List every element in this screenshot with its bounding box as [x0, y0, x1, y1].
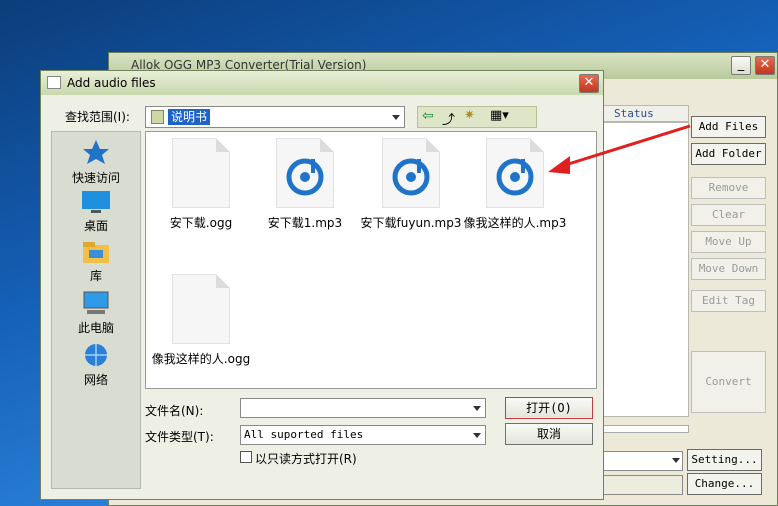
filename-label: 文件名(N): — [145, 404, 204, 418]
clear-button[interactable]: Clear — [691, 204, 766, 226]
folder-icon — [151, 110, 164, 124]
add-folder-button[interactable]: Add Folder — [691, 143, 766, 165]
place-library[interactable]: 库 — [52, 240, 140, 284]
up-folder-icon[interactable]: ⤴ — [442, 109, 455, 128]
document-icon — [172, 274, 230, 344]
minimize-button[interactable]: _ — [731, 56, 751, 75]
filename-input[interactable] — [240, 398, 486, 418]
place-label: 网络 — [83, 373, 108, 387]
file-list-view[interactable]: 安下载.ogg 安下载1.mp3 安下载fuyun.mp3 像我这样的人.mp3… — [145, 131, 597, 389]
chevron-down-icon[interactable] — [473, 406, 481, 411]
add-files-button[interactable]: Add Files — [691, 116, 766, 138]
file-name: 安下载fuyun.mp3 — [360, 216, 462, 230]
chevron-down-icon[interactable] — [392, 115, 400, 120]
output-format-select[interactable] — [603, 451, 683, 471]
place-label: 此电脑 — [77, 321, 114, 335]
progress-bar — [603, 425, 689, 433]
filetype-select[interactable]: All suported files — [240, 425, 486, 445]
file-item[interactable]: 像我这样的人.ogg — [146, 274, 256, 367]
places-bar: 快速访问 桌面 库 此电脑 网络 — [51, 131, 141, 489]
output-folder-field[interactable] — [603, 475, 683, 495]
dialog-title: Add audio files — [67, 76, 156, 90]
file-name: 安下载1.mp3 — [267, 216, 343, 230]
setting-button[interactable]: Setting... — [687, 449, 762, 471]
convert-button[interactable]: Convert — [691, 351, 766, 413]
readonly-label: 以只读方式打开(R) — [255, 452, 357, 466]
move-down-button[interactable]: Move Down — [691, 258, 766, 280]
look-in-dropdown[interactable]: 说明书 — [145, 106, 405, 128]
move-up-button[interactable]: Move Up — [691, 231, 766, 253]
cancel-button[interactable]: 取消 — [505, 423, 593, 445]
place-label: 桌面 — [83, 219, 108, 233]
library-icon — [83, 242, 109, 263]
file-item[interactable]: 安下载1.mp3 — [250, 138, 360, 231]
place-network[interactable]: 网络 — [52, 342, 140, 388]
readonly-checkbox[interactable] — [240, 451, 252, 463]
remove-button[interactable]: Remove — [691, 177, 766, 199]
look-in-value: 说明书 — [168, 109, 211, 125]
file-name: 像我这样的人.ogg — [151, 352, 251, 366]
document-icon — [172, 138, 230, 208]
mp3-file-icon — [486, 138, 544, 208]
mp3-file-icon — [276, 138, 334, 208]
file-item[interactable]: 安下载fuyun.mp3 — [356, 138, 466, 231]
star-icon — [83, 140, 109, 164]
nav-toolbar: ⇦ ⤴ ✷ ▦▾ — [417, 106, 537, 128]
change-button[interactable]: Change... — [687, 473, 762, 495]
chevron-down-icon[interactable] — [473, 433, 481, 438]
place-label: 快速访问 — [71, 171, 120, 185]
place-label: 库 — [89, 269, 102, 283]
annotation-arrow — [548, 124, 691, 174]
back-icon[interactable]: ⇦ — [422, 108, 434, 124]
network-icon — [85, 344, 107, 366]
close-main-button[interactable]: ✕ — [755, 56, 775, 75]
file-name: 像我这样的人.mp3 — [463, 216, 567, 230]
place-this-pc[interactable]: 此电脑 — [52, 290, 140, 336]
close-dialog-button[interactable]: ✕ — [579, 74, 599, 93]
edit-tag-button[interactable]: Edit Tag — [691, 290, 766, 312]
file-name: 安下载.ogg — [169, 216, 233, 230]
new-folder-icon[interactable]: ✷ — [464, 108, 475, 123]
file-item[interactable]: 安下载.ogg — [146, 138, 256, 231]
filetype-value: All suported files — [244, 428, 364, 441]
add-audio-files-dialog: Add audio files ✕ 查找范围(I): 说明书 ⇦ ⤴ ✷ ▦▾ … — [40, 70, 604, 500]
window-app-icon — [47, 76, 61, 89]
open-button[interactable]: 打开(O) — [505, 397, 593, 419]
view-menu-icon[interactable]: ▦▾ — [490, 108, 509, 123]
place-quick-access[interactable]: 快速访问 — [52, 138, 140, 186]
dialog-title-bar: Add audio files ✕ — [41, 71, 603, 95]
desktop-icon — [82, 191, 110, 213]
computer-icon — [83, 291, 109, 314]
look-in-label: 查找范围(I): — [65, 110, 130, 124]
mp3-file-icon — [382, 138, 440, 208]
place-desktop[interactable]: 桌面 — [52, 190, 140, 234]
filetype-label: 文件类型(T): — [145, 430, 214, 444]
